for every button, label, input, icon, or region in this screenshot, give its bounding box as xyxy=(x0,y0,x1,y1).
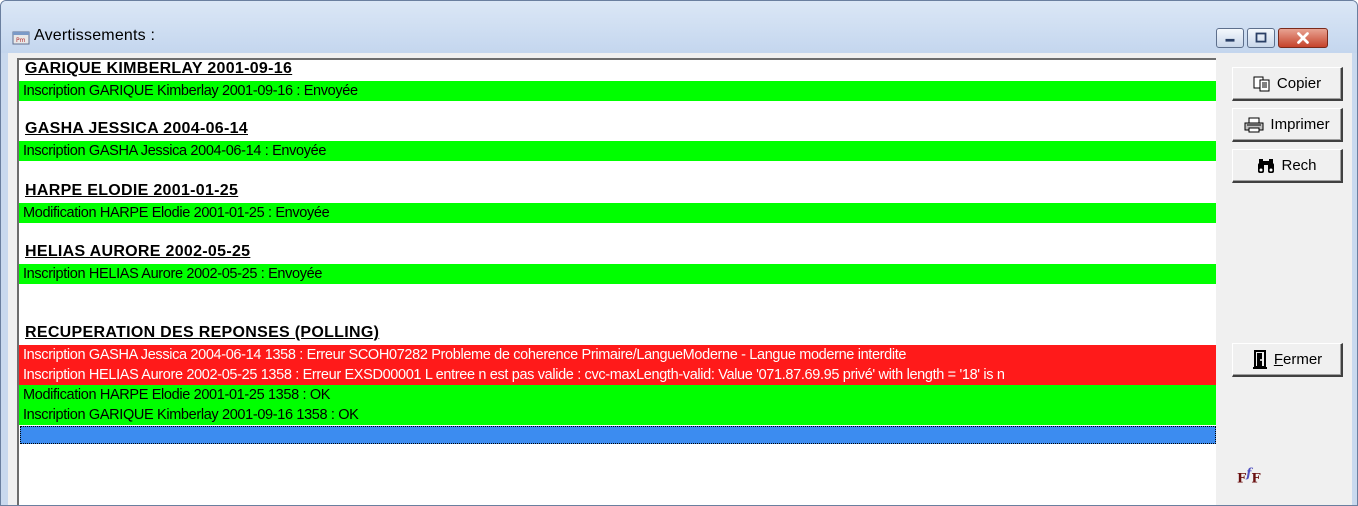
search-button[interactable]: Rech xyxy=(1232,149,1343,183)
door-exit-icon xyxy=(1252,349,1267,369)
entry-heading: HARPE ELODIE 2001-01-25 xyxy=(25,182,239,199)
logo-tail: F xyxy=(1251,471,1261,487)
copy-button[interactable]: Copier xyxy=(1232,67,1343,101)
window-title: Avertissements : xyxy=(34,27,156,44)
copy-icon xyxy=(1253,76,1270,91)
maximize-icon xyxy=(1255,32,1267,43)
logo-main: F xyxy=(1237,471,1247,487)
print-button[interactable]: Imprimer xyxy=(1232,108,1343,142)
status-line[interactable]: Inscription GARIQUE Kimberlay 2001-09-16… xyxy=(19,405,1216,425)
copy-button-label: Copier xyxy=(1276,75,1322,92)
entry-heading: HELIAS AURORE 2002-05-25 xyxy=(25,243,251,260)
close-window-button[interactable] xyxy=(1278,28,1328,48)
status-line[interactable]: Inscription GARIQUE Kimberlay 2001-09-16… xyxy=(19,81,1216,101)
title-bar[interactable]: Pm Avertissements : xyxy=(1,1,1357,53)
entry-heading: GARIQUE KIMBERLAY 2001-09-16 xyxy=(25,60,293,77)
minimize-button[interactable] xyxy=(1216,28,1244,48)
app-window-icon: Pm xyxy=(12,31,30,45)
warnings-window: Pm Avertissements : GARIQUE KIMBERLAY 20… xyxy=(0,0,1358,506)
maximize-button[interactable] xyxy=(1247,28,1275,48)
close-icon xyxy=(1297,32,1309,44)
entry-heading: GASHA JESSICA 2004-06-14 xyxy=(25,120,248,137)
status-line[interactable]: Modification HARPE Elodie 2001-01-25 : E… xyxy=(19,203,1216,223)
status-line[interactable]: Inscription HELIAS Aurore 2002-05-25 : E… xyxy=(19,264,1216,284)
status-line[interactable]: Inscription HELIAS Aurore 2002-05-25 135… xyxy=(19,365,1216,385)
svg-text:Pm: Pm xyxy=(16,37,26,44)
status-line[interactable]: Inscription GASHA Jessica 2004-06-14 : E… xyxy=(19,141,1216,161)
ff-logo: FfF xyxy=(1237,466,1261,486)
selected-empty-line[interactable] xyxy=(20,426,1216,444)
close-button[interactable]: Fermer xyxy=(1232,343,1343,377)
printer-icon xyxy=(1244,117,1264,132)
minimize-icon xyxy=(1225,38,1235,42)
action-panel: Copier Imprimer Rech Fermer FfF xyxy=(1216,58,1357,505)
status-line[interactable]: Inscription GASHA Jessica 2004-06-14 135… xyxy=(19,345,1216,365)
close-button-label: Fermer xyxy=(1273,351,1323,368)
status-line[interactable]: Modification HARPE Elodie 2001-01-25 135… xyxy=(19,385,1216,405)
binoculars-icon xyxy=(1258,158,1275,173)
search-button-label: Rech xyxy=(1281,157,1317,174)
entry-heading: RECUPERATION DES REPONSES (POLLING) xyxy=(25,324,380,341)
print-button-label: Imprimer xyxy=(1270,116,1330,133)
warnings-log[interactable]: GARIQUE KIMBERLAY 2001-09-16 Inscription… xyxy=(17,58,1216,505)
